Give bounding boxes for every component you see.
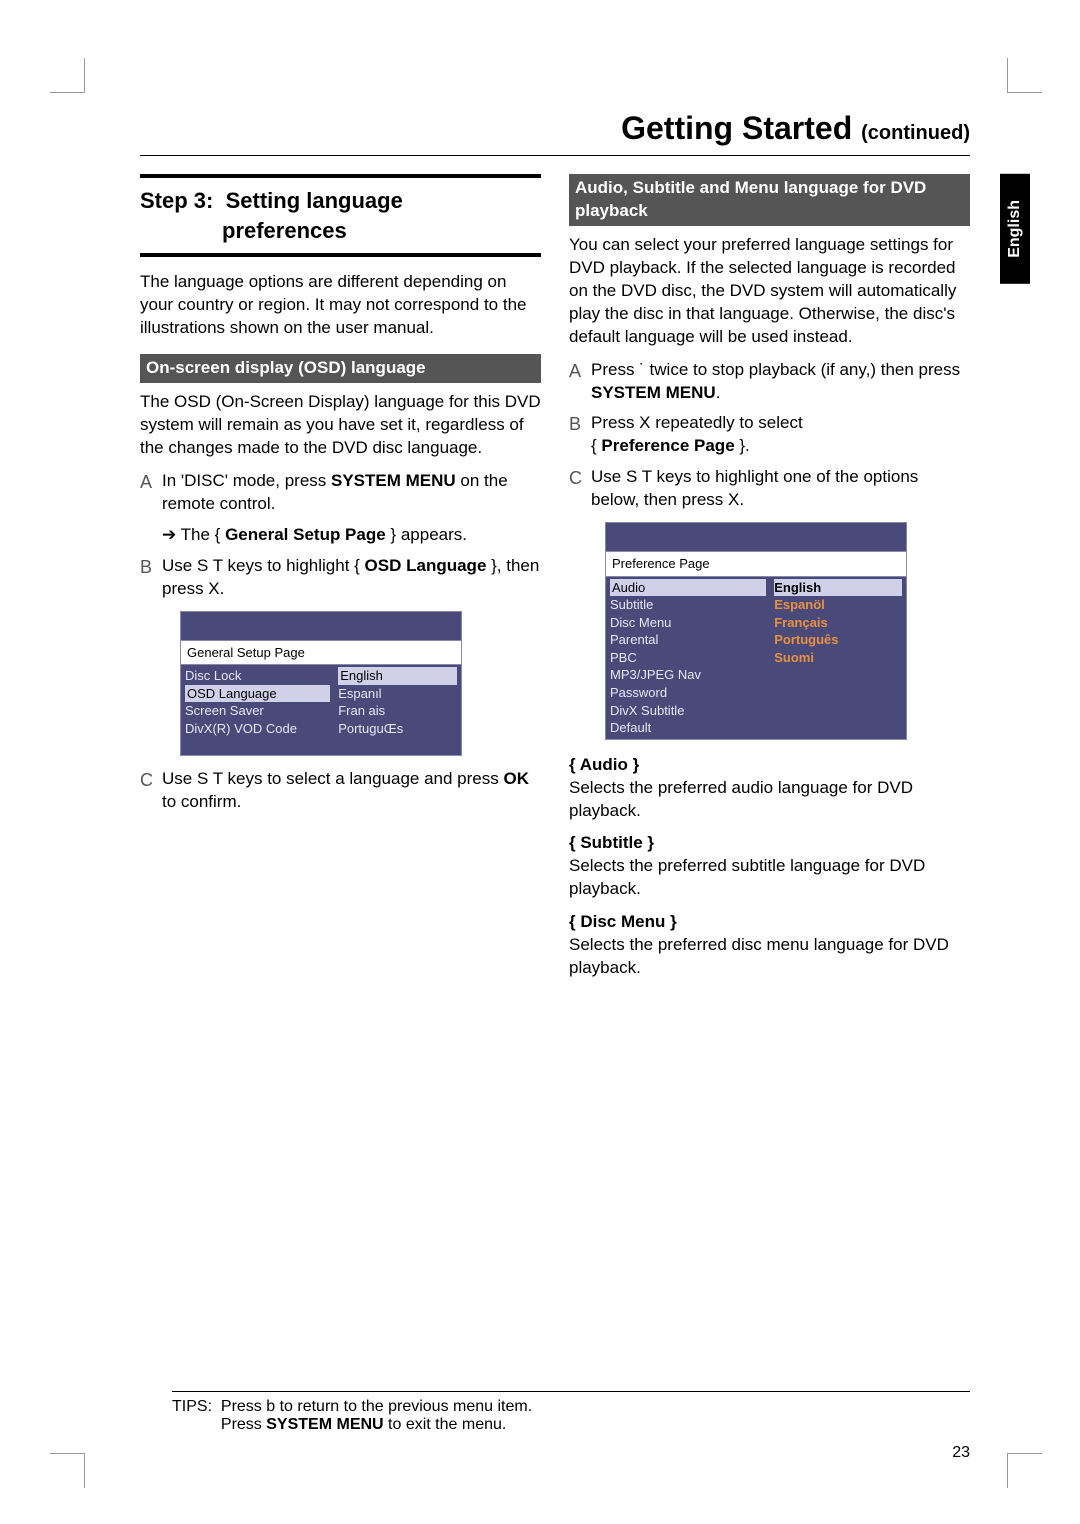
step-c: C Use S T keys to select a language and … [140, 768, 541, 814]
step-a-result: ➔ The { General Setup Page } appears. [162, 524, 541, 547]
step-b-right: B Press X repeatedly to select { Prefere… [569, 412, 970, 458]
osd-paragraph: The OSD (On-Screen Display) language for… [140, 391, 541, 460]
intro-text: The language options are different depen… [140, 271, 541, 340]
step-a: A In 'DISC' mode, press SYSTEM MENU on t… [140, 470, 541, 516]
step-c-right: C Use S T keys to highlight one of the o… [569, 466, 970, 512]
step-a-right: A Press ˙ twice to stop playback (if any… [569, 359, 970, 405]
left-column: Step 3: Setting language preferences The… [140, 174, 541, 990]
discmenu-option: { Disc Menu }Selects the preferred disc … [569, 911, 970, 980]
general-setup-menu-illustration: General Setup Page Disc Lock OSD Languag… [180, 611, 462, 757]
right-column: Audio, Subtitle and Menu language for DV… [569, 174, 970, 990]
step-heading: Step 3: Setting language preferences [140, 174, 541, 257]
dvd-language-subheading: Audio, Subtitle and Menu language for DV… [569, 174, 970, 226]
step-b: B Use S T keys to highlight { OSD Langua… [140, 555, 541, 601]
subtitle-option: { Subtitle }Selects the preferred subtit… [569, 832, 970, 901]
page-number: 23 [952, 1444, 970, 1462]
preference-page-menu-illustration: Preference Page Audio Subtitle Disc Menu… [605, 522, 907, 739]
dvd-intro-text: You can select your preferred language s… [569, 234, 970, 349]
page-title: Getting Started (continued) [140, 110, 970, 156]
osd-subheading: On-screen display (OSD) language [140, 354, 541, 383]
tips-footer: TIPS: Press b to return to the previous … [172, 1391, 970, 1434]
audio-option: { Audio }Selects the preferred audio lan… [569, 754, 970, 823]
